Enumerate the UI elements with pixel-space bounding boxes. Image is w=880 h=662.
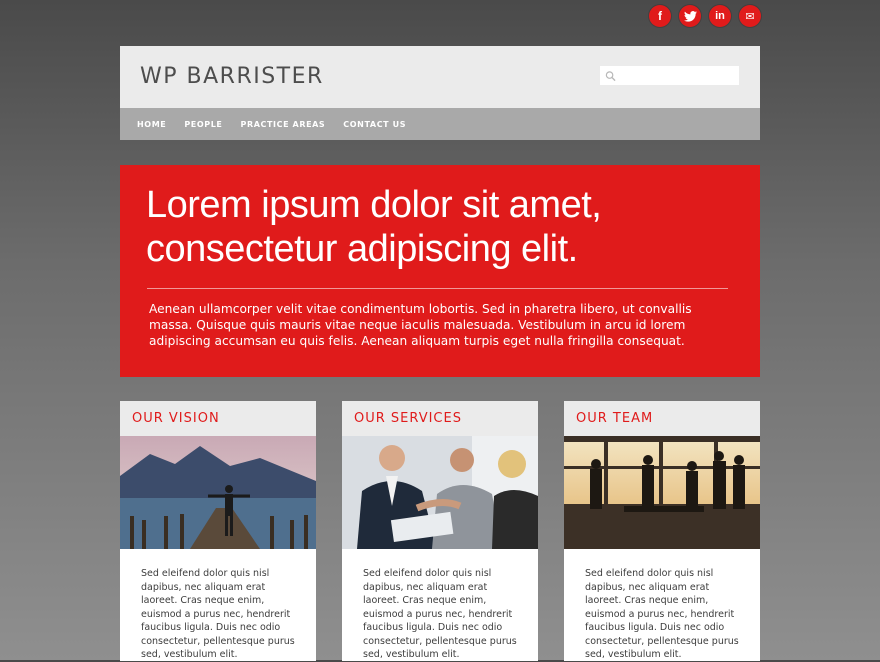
hero-divider: [147, 288, 728, 289]
hero-body: Aenean ullamcorper velit vitae condiment…: [149, 302, 692, 348]
nav-practice-areas[interactable]: PRACTICE AREAS: [240, 120, 325, 129]
card-header: OUR SERVICES: [342, 401, 538, 436]
team-image: [564, 436, 760, 549]
linkedin-glyph: in: [715, 10, 725, 22]
card-title[interactable]: OUR TEAM: [576, 411, 653, 426]
nav-home[interactable]: HOME: [137, 120, 166, 129]
card-text: Sed eleifend dolor quis nisl dapibus, ne…: [585, 568, 739, 660]
twitter-icon[interactable]: [679, 5, 701, 27]
search-input[interactable]: [616, 67, 739, 84]
card-text: Sed eleifend dolor quis nisl dapibus, ne…: [363, 568, 517, 660]
email-icon[interactable]: ✉: [739, 5, 761, 27]
card-header: OUR VISION: [120, 401, 316, 436]
hero-banner: Lorem ipsum dolor sit amet, consectetur …: [120, 165, 760, 377]
search-box[interactable]: [600, 66, 739, 85]
facebook-glyph: f: [658, 9, 662, 23]
services-image: [342, 436, 538, 549]
card-our-team: OUR TEAM Sed eleifend dolor quis nisl da…: [564, 401, 760, 661]
nav-contact-us[interactable]: CONTACT US: [343, 120, 406, 129]
social-links: f in ✉: [649, 5, 761, 27]
linkedin-icon[interactable]: in: [709, 5, 731, 27]
nav-people[interactable]: PEOPLE: [184, 120, 222, 129]
card-our-vision: OUR VISION Sed eleifend dolor quis nisl …: [120, 401, 316, 661]
card-text: Sed eleifend dolor quis nisl dapibus, ne…: [141, 568, 295, 660]
facebook-icon[interactable]: f: [649, 5, 671, 27]
site-title[interactable]: WP BARRISTER: [140, 64, 324, 89]
hero-headline: Lorem ipsum dolor sit amet, consectetur …: [146, 184, 602, 270]
vision-image: [120, 436, 316, 549]
card-our-services: OUR SERVICES Sed eleifend dolor quis nis…: [342, 401, 538, 661]
site-header: WP BARRISTER: [120, 46, 760, 108]
search-icon: [605, 70, 616, 81]
card-title[interactable]: OUR SERVICES: [354, 411, 462, 426]
card-header: OUR TEAM: [564, 401, 760, 436]
main-nav: HOME PEOPLE PRACTICE AREAS CONTACT US: [120, 108, 760, 140]
email-glyph: ✉: [745, 10, 755, 23]
card-title[interactable]: OUR VISION: [132, 411, 220, 426]
